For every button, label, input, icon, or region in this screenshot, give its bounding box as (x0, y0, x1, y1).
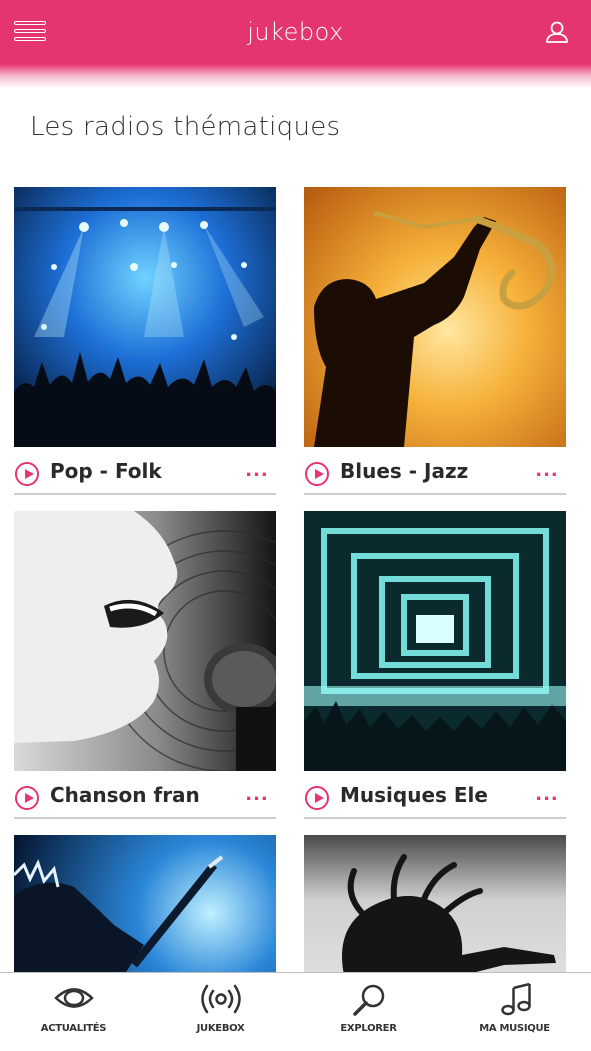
play-icon[interactable] (15, 462, 39, 486)
app-screen: jukebox Les radios thématiques Pop - Fol… (0, 0, 591, 1051)
user-icon[interactable] (544, 20, 570, 44)
radio-card-footer: Pop - Folk ... (14, 447, 276, 495)
radio-card-image[interactable] (304, 187, 566, 447)
radio-card-footer: Musiques Ele ... (304, 771, 566, 819)
nav-item-actualites[interactable]: ACTUALITÉS (0, 973, 147, 1051)
radio-card-title[interactable]: Blues - Jazz (340, 459, 520, 483)
nav-label: MA MUSIQUE (479, 1023, 550, 1034)
radio-card-image[interactable] (14, 187, 276, 447)
radio-card-footer: Blues - Jazz ... (304, 447, 566, 495)
page-title: jukebox (247, 18, 344, 46)
radio-broadcast-icon (200, 984, 241, 1014)
radio-card-image[interactable] (304, 511, 566, 771)
nav-item-jukebox[interactable]: JUKEBOX (147, 973, 294, 1051)
bottom-navigation: ACTUALITÉS JUKEBOX EXPLORER MA MUSIQUE (0, 972, 591, 1051)
radio-card-title[interactable]: Chanson fran (50, 783, 230, 807)
app-header: jukebox (0, 0, 591, 88)
radio-card-title[interactable]: Pop - Folk (50, 459, 230, 483)
nav-item-explorer[interactable]: EXPLORER (295, 973, 442, 1051)
radio-card-image[interactable] (14, 511, 276, 771)
nav-item-ma-musique[interactable]: MA MUSIQUE (441, 973, 588, 1051)
radio-card-title[interactable]: Musiques Ele (340, 783, 520, 807)
play-icon[interactable] (15, 786, 39, 810)
play-icon[interactable] (305, 462, 329, 486)
magnifier-icon (352, 984, 384, 1016)
radio-card-footer: Chanson fran ... (14, 771, 276, 819)
more-options-icon[interactable]: ... (534, 784, 560, 808)
nav-label: EXPLORER (340, 1023, 397, 1034)
section-title: Les radios thématiques (30, 112, 341, 142)
music-note-icon (500, 983, 531, 1016)
eye-icon (53, 988, 94, 1008)
more-options-icon[interactable]: ... (534, 460, 560, 484)
play-icon[interactable] (305, 786, 329, 810)
nav-label: ACTUALITÉS (40, 1023, 107, 1034)
more-options-icon[interactable]: ... (244, 460, 270, 484)
nav-label: JUKEBOX (196, 1023, 245, 1034)
more-options-icon[interactable]: ... (244, 784, 270, 808)
